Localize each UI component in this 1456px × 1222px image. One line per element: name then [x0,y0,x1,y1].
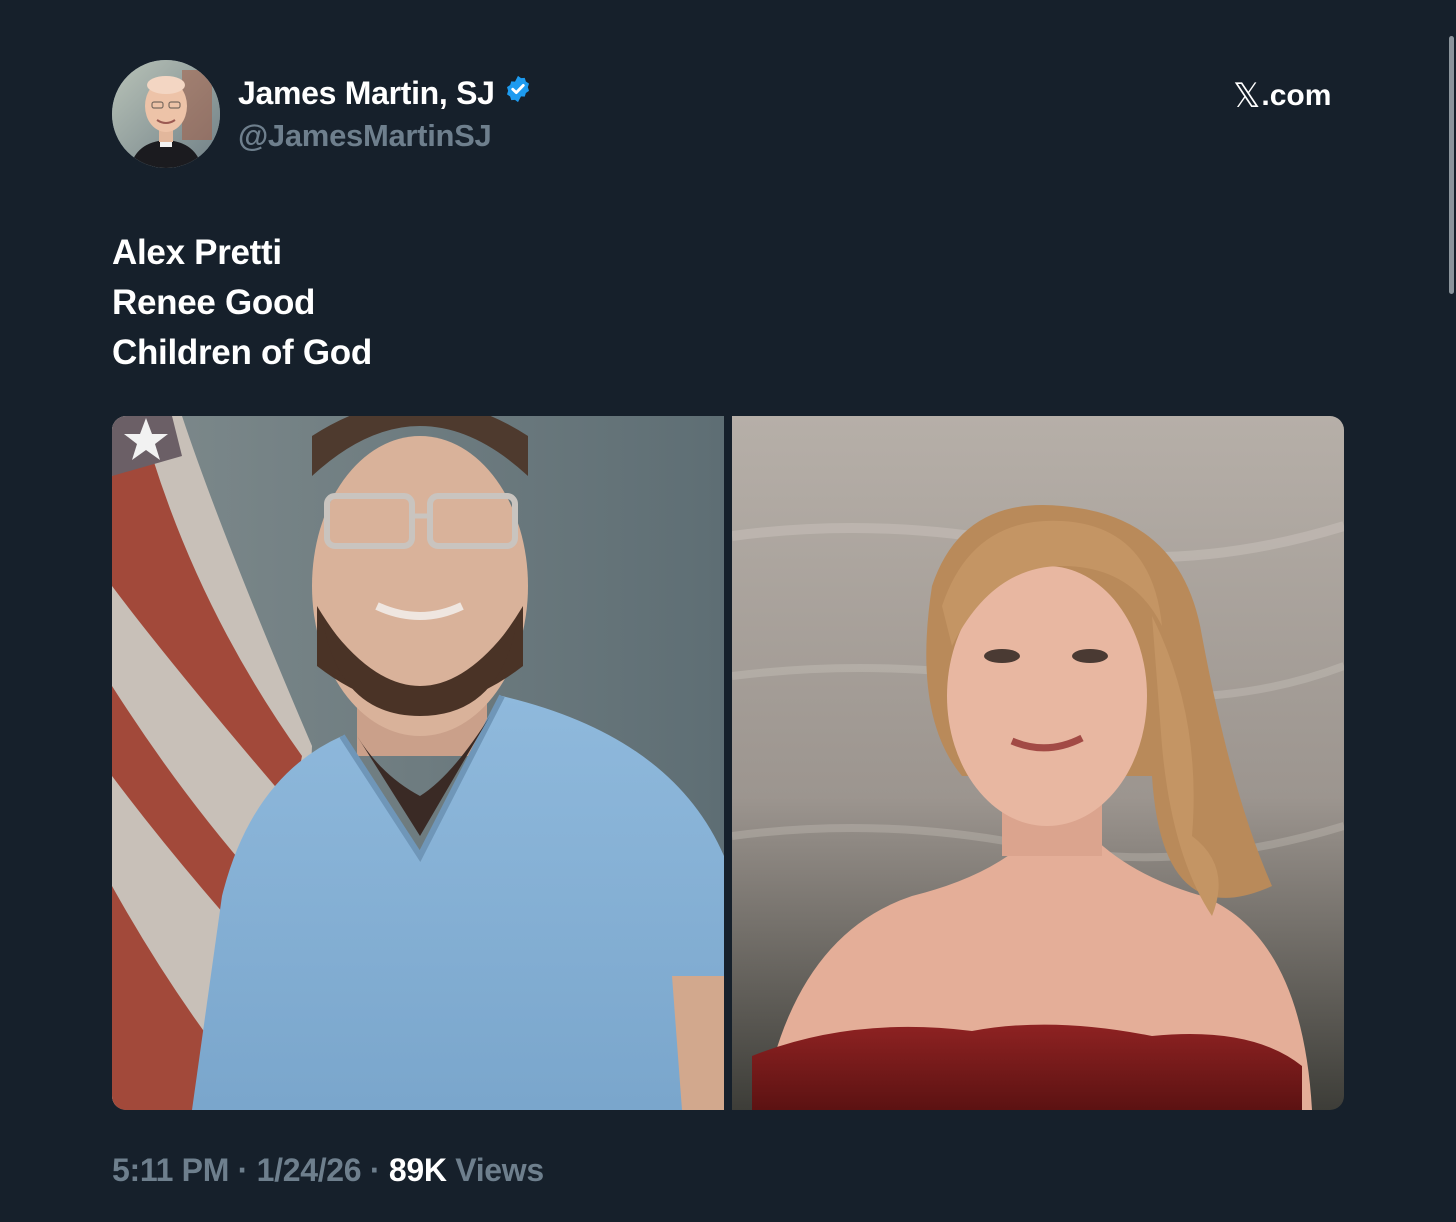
tweet-date[interactable]: 1/24/26 [257,1152,362,1188]
x-logo-icon: 𝕏 [1233,77,1261,115]
media-photo-1[interactable] [112,416,724,1110]
tweet-text: Alex Pretti Renee Good Children of God [112,228,372,378]
tweet-line: Alex Pretti [112,233,282,272]
tweet-meta: 5:11 PM · 1/24/26 · 89K Views [112,1152,544,1189]
author-avatar[interactable] [112,60,220,168]
tweet-media [112,416,1344,1110]
tweet-time[interactable]: 5:11 PM [112,1152,229,1188]
media-photo-2[interactable] [732,416,1344,1110]
author-display-name[interactable]: James Martin, SJ [238,74,533,112]
tweet-line: Renee Good [112,283,316,322]
verified-badge-icon [503,74,533,112]
meta-separator: · [361,1152,389,1188]
views-count: 89K [388,1152,447,1188]
author-handle[interactable]: @JamesMartinSJ [238,118,492,154]
x-com-link[interactable]: 𝕏 .com [1233,76,1331,116]
author-name-text: James Martin, SJ [238,74,495,111]
meta-separator: · [229,1152,257,1188]
brand-domain-text: .com [1261,79,1332,112]
scrollbar[interactable] [1449,36,1454,294]
tweet-line: Children of God [112,333,372,372]
views-label: Views [446,1152,544,1188]
